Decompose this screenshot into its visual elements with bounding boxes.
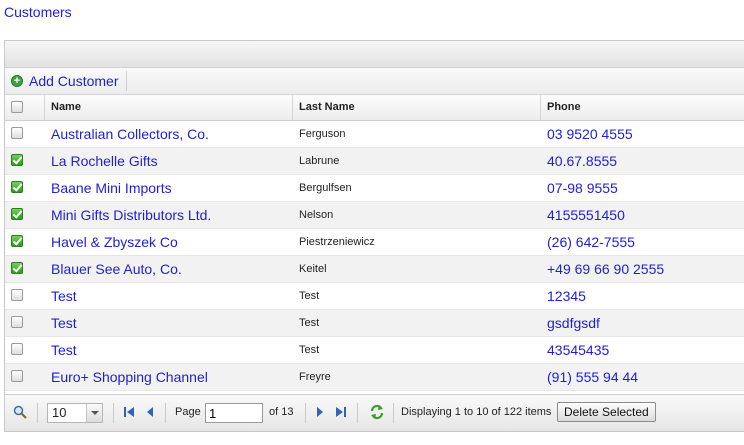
- table-row[interactable]: Australian Collectors, Co. Ferguson 03 952…: [5, 121, 744, 148]
- customer-phone-link[interactable]: 40.67.8555: [541, 148, 744, 174]
- customer-last-name: Nelson: [299, 209, 334, 221]
- customer-name-link[interactable]: Test: [45, 337, 293, 363]
- row-checkbox[interactable]: [11, 343, 23, 355]
- customer-phone-link[interactable]: 4155551450: [541, 202, 744, 228]
- separator: [37, 403, 38, 423]
- customer-last-name: Labrune: [299, 155, 340, 167]
- separator: [357, 403, 358, 423]
- page-count-label: of 13: [269, 406, 294, 418]
- table-row[interactable]: Havel & Zbyszek Co Piestrzeniewicz (26) 64…: [5, 229, 744, 256]
- add-customer-label: Add Customer: [29, 73, 119, 89]
- grid-toolbar: + Add Customer: [5, 68, 744, 95]
- customer-phone-link[interactable]: 43545435: [541, 337, 744, 363]
- row-checkbox[interactable]: [11, 154, 23, 166]
- table-row[interactable]: Blauer See Auto, Co. Keitel +49 69 66 90 2…: [5, 256, 744, 283]
- customer-last-name: Bergulfsen: [299, 182, 352, 194]
- customer-name-link[interactable]: La Rochelle Gifts: [45, 148, 293, 174]
- grid-pager: 10 Page of 13 Displaying 1: [5, 394, 744, 431]
- customer-name-link[interactable]: Mini Gifts Distributors Ltd.: [45, 202, 293, 228]
- refresh-icon[interactable]: [369, 404, 385, 420]
- last-page-icon[interactable]: [335, 406, 347, 418]
- customer-name-link[interactable]: Baane Mini Imports: [45, 175, 293, 201]
- separator: [393, 403, 394, 423]
- grid-title-bar: [5, 41, 744, 68]
- chevron-down-icon: [86, 404, 102, 422]
- customer-phone-link[interactable]: +49 69 66 90 2555: [541, 256, 744, 282]
- column-header-last-name[interactable]: Last Name: [293, 95, 541, 120]
- row-checkbox[interactable]: [11, 127, 23, 139]
- separator: [113, 403, 114, 423]
- table-row[interactable]: Baane Mini Imports Bergulfsen 07-98 9555: [5, 175, 744, 202]
- row-checkbox[interactable]: [11, 208, 23, 220]
- row-checkbox[interactable]: [11, 181, 23, 193]
- row-checkbox[interactable]: [11, 262, 23, 274]
- grid-body: Australian Collectors, Co. Ferguson 03 952…: [5, 121, 744, 391]
- customer-phone-link[interactable]: (26) 642-7555: [541, 229, 744, 255]
- next-page-icon[interactable]: [315, 406, 325, 418]
- customer-name-link[interactable]: Test: [45, 310, 293, 336]
- customer-name-link[interactable]: Havel & Zbyszek Co: [45, 229, 293, 255]
- row-checkbox[interactable]: [11, 316, 23, 328]
- delete-selected-button[interactable]: Delete Selected: [557, 402, 656, 422]
- table-row[interactable]: La Rochelle Gifts Labrune 40.67.8555: [5, 148, 744, 175]
- table-row[interactable]: Mini Gifts Distributors Ltd. Nelson 415555…: [5, 202, 744, 229]
- page-size-select[interactable]: 10: [47, 403, 103, 423]
- select-all-checkbox[interactable]: [11, 101, 23, 113]
- customer-phone-link[interactable]: 03 9520 4555: [541, 121, 744, 147]
- page-size-value: 10: [52, 405, 67, 420]
- customer-last-name: Keitel: [299, 263, 327, 275]
- search-icon[interactable]: [13, 405, 27, 419]
- customer-name-link[interactable]: Test: [45, 283, 293, 309]
- row-checkbox[interactable]: [11, 235, 23, 247]
- grid-header: Name Last Name Phone: [5, 95, 744, 121]
- customer-phone-link[interactable]: 12345: [541, 283, 744, 309]
- add-icon: +: [11, 75, 23, 87]
- customer-last-name: Test: [299, 344, 320, 356]
- customer-name-link[interactable]: Euro+ Shopping Channel: [45, 364, 293, 390]
- customer-name-link[interactable]: Blauer See Auto, Co.: [45, 256, 293, 282]
- page-number-input[interactable]: [205, 403, 263, 423]
- separator: [305, 403, 306, 423]
- customer-phone-link[interactable]: (91) 555 94 44: [541, 364, 744, 390]
- customer-last-name: Test: [299, 317, 320, 329]
- column-header-name[interactable]: Name: [45, 95, 293, 120]
- customer-phone-link[interactable]: gsdfgsdf: [541, 310, 744, 336]
- separator: [165, 403, 166, 423]
- customer-name-link[interactable]: Australian Collectors, Co.: [45, 121, 293, 147]
- customer-last-name: Freyre: [299, 371, 331, 383]
- customer-last-name: Ferguson: [299, 128, 346, 140]
- first-page-icon[interactable]: [123, 406, 135, 418]
- table-row[interactable]: Test Test 12345: [5, 283, 744, 310]
- column-header-phone[interactable]: Phone: [541, 95, 744, 120]
- prev-page-icon[interactable]: [145, 406, 155, 418]
- row-checkbox[interactable]: [11, 370, 23, 382]
- customer-phone-link[interactable]: 07-98 9555: [541, 175, 744, 201]
- header-select-cell: [5, 95, 45, 120]
- table-row[interactable]: Test Test 43545435: [5, 337, 744, 364]
- add-customer-button[interactable]: + Add Customer: [11, 71, 128, 91]
- customer-last-name: Piestrzeniewicz: [299, 236, 375, 248]
- table-row[interactable]: Test Test gsdfgsdf: [5, 310, 744, 337]
- customers-grid: + Add Customer Name Last Name Phone Aust…: [4, 40, 744, 432]
- page-label: Page: [175, 406, 201, 418]
- display-info-text: Displaying 1 to 10 of 122 items: [401, 406, 552, 418]
- row-checkbox[interactable]: [11, 289, 23, 301]
- table-row[interactable]: Euro+ Shopping Channel Freyre (91) 555 94 …: [5, 364, 744, 391]
- customer-last-name: Test: [299, 290, 320, 302]
- page-title-link[interactable]: Customers: [4, 4, 72, 20]
